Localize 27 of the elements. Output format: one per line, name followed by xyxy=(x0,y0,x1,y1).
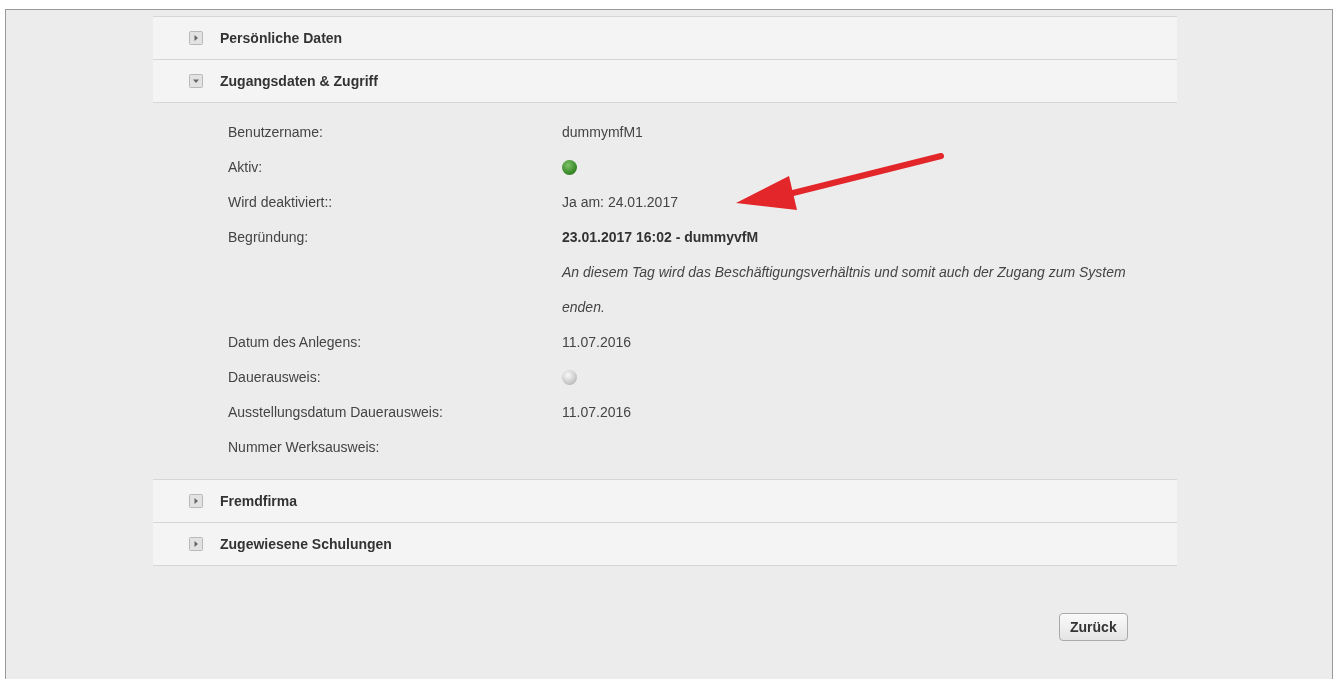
reason-text: An diesem Tag wird das Beschäftigungsverhältnis und somit auch der Zugang zum System enden. xyxy=(562,263,1127,317)
field-label: Aktiv: xyxy=(228,158,264,177)
section-header[interactable]: Fremdfirma xyxy=(153,480,1177,523)
section-header[interactable]: Zugewiesene Schulungen xyxy=(153,523,1177,566)
field-label: Ausstellungsdatum Dauerausweis: xyxy=(228,403,444,422)
toggle-icon[interactable] xyxy=(189,31,203,45)
back-button[interactable]: Zurück xyxy=(1059,613,1128,641)
toggle-icon[interactable] xyxy=(189,494,203,508)
toggle-icon[interactable] xyxy=(189,537,203,551)
section-header[interactable]: Persönliche Daten xyxy=(153,17,1177,60)
toggle-icon[interactable] xyxy=(189,74,203,88)
field-value: 11.07.2016 xyxy=(562,333,633,352)
section-title: Zugewiesene Schulungen xyxy=(220,536,392,552)
field-label: Datum des Anlegens: xyxy=(228,333,363,352)
field-value: dummymfM1 xyxy=(562,123,644,142)
section-header[interactable]: Zugangsdaten & Zugriff xyxy=(153,60,1177,103)
field-label: Begründung: xyxy=(228,228,310,247)
field-value: 23.01.2017 16:02 - dummyvfM xyxy=(562,228,760,247)
section-title: Fremdfirma xyxy=(220,493,298,509)
field-value: Ja am: 24.01.2017 xyxy=(562,193,679,212)
section-title: Persönliche Daten xyxy=(220,30,343,46)
field-value: 11.07.2016 xyxy=(562,403,633,422)
field-label: Wird deaktiviert:: xyxy=(228,193,334,212)
field-label: Dauerausweis: xyxy=(228,368,322,387)
field-label: Nummer Werksausweis: xyxy=(228,438,381,457)
section-title: Zugangsdaten & Zugriff xyxy=(220,73,378,89)
field-label: Benutzername: xyxy=(228,123,324,142)
